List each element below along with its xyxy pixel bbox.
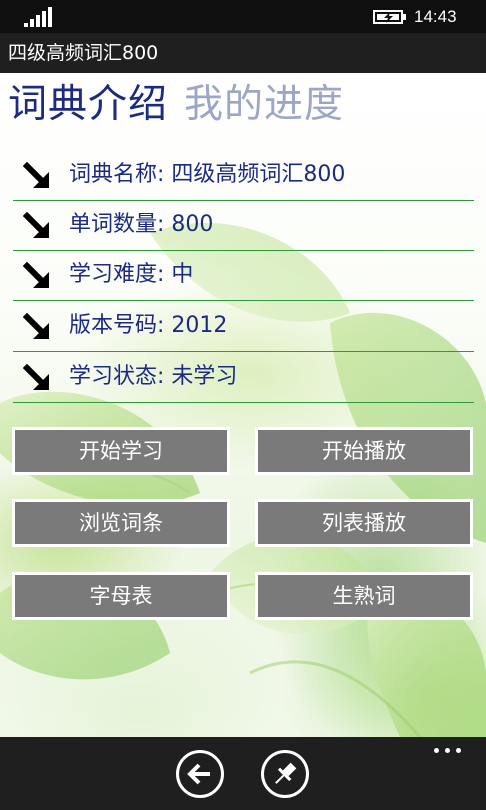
arrow-down-right-icon — [23, 364, 49, 390]
clock: 14:43 — [414, 7, 457, 26]
new-familiar-words-button[interactable]: 生熟词 — [255, 572, 473, 620]
info-row-difficulty: 学习难度: 中 — [13, 250, 474, 301]
battery-charging-icon — [373, 10, 406, 24]
phone-screen: 14:43 四级高频词汇800 词典介绍 我的进度 词典名称: 四级高频词汇80… — [0, 0, 486, 810]
back-arrow-icon — [187, 763, 210, 785]
start-playback-button[interactable]: 开始播放 — [255, 427, 473, 475]
info-row-dictionary-name: 词典名称: 四级高频词汇800 — [13, 150, 474, 201]
app-title: 四级高频词汇800 — [8, 42, 159, 64]
browse-entries-button[interactable]: 浏览词条 — [12, 499, 230, 547]
pin-icon — [275, 762, 297, 784]
arrow-down-right-icon — [23, 313, 49, 339]
info-row-version: 版本号码: 2012 — [13, 301, 474, 352]
version-label: 版本号码: 2012 — [69, 313, 228, 338]
back-button[interactable] — [176, 750, 224, 798]
pin-button[interactable] — [261, 750, 309, 798]
signal-strength-icon — [24, 7, 56, 27]
list-playback-button[interactable]: 列表播放 — [255, 499, 473, 547]
status-bar: 14:43 — [0, 0, 486, 33]
app-title-bar: 四级高频词汇800 — [0, 33, 486, 73]
pivot-tab-dictionary-intro[interactable]: 词典介绍 — [8, 79, 168, 131]
bottom-app-bar — [0, 737, 486, 810]
more-options-ellipsis-icon[interactable] — [434, 746, 464, 754]
dictionary-name-label: 词典名称: 四级高频词汇800 — [69, 162, 346, 187]
study-status-label: 学习状态: 未学习 — [69, 364, 238, 389]
info-row-study-status: 学习状态: 未学习 — [13, 352, 474, 403]
pivot-tab-my-progress[interactable]: 我的进度 — [184, 79, 344, 131]
info-row-word-count: 单词数量: 800 — [13, 200, 474, 251]
difficulty-label: 学习难度: 中 — [69, 262, 194, 287]
start-learning-button[interactable]: 开始学习 — [12, 427, 230, 475]
word-count-label: 单词数量: 800 — [69, 212, 214, 237]
arrow-down-right-icon — [23, 262, 49, 288]
arrow-down-right-icon — [23, 162, 49, 188]
arrow-down-right-icon — [23, 212, 49, 238]
alphabet-button[interactable]: 字母表 — [12, 572, 230, 620]
content-area: 词典介绍 我的进度 词典名称: 四级高频词汇800 单词数量: 800 学习难度… — [0, 73, 486, 737]
